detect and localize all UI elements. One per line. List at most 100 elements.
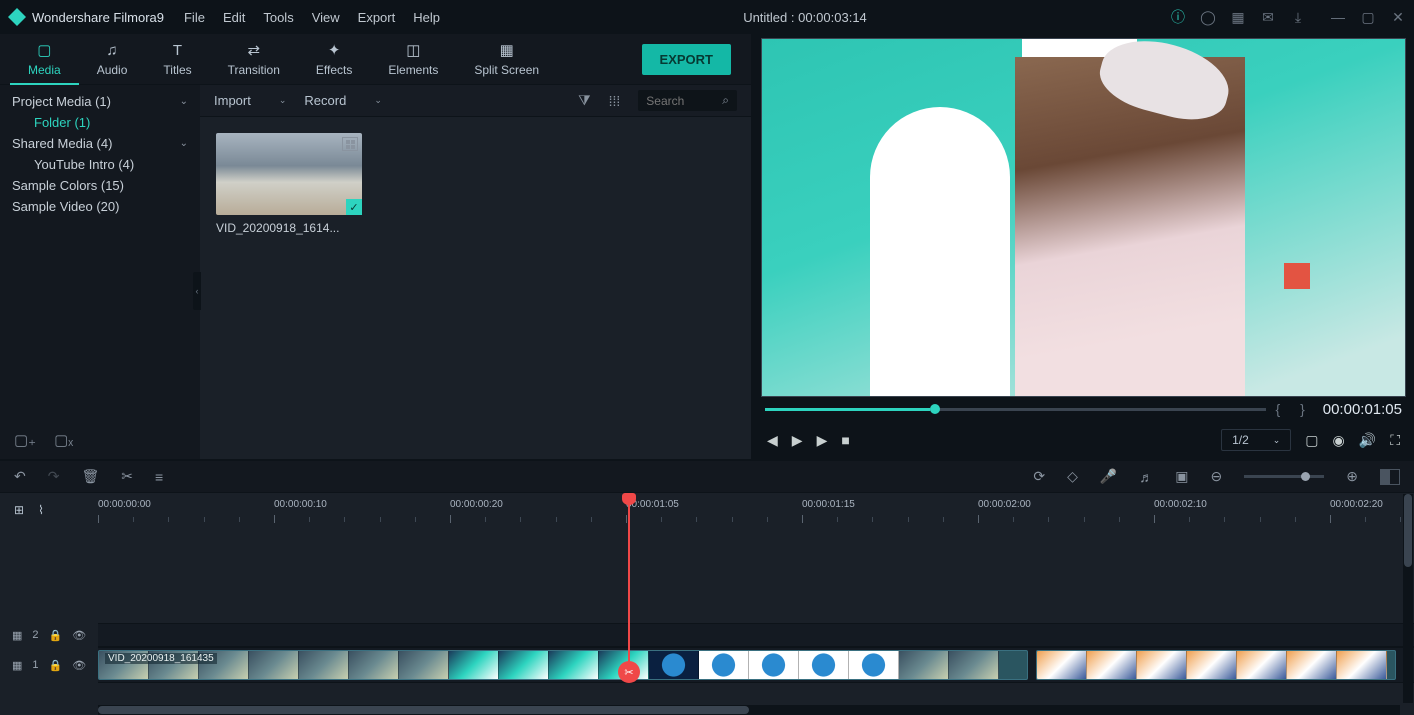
search-input[interactable] xyxy=(646,94,714,108)
search-box[interactable]: ⌕ xyxy=(638,90,737,111)
zoom-out-icon[interactable]: ⊖ xyxy=(1211,468,1223,485)
snapshot-icon[interactable]: ◉ xyxy=(1333,432,1345,449)
menu-help[interactable]: Help xyxy=(413,10,440,25)
text-icon: T xyxy=(173,42,182,59)
tab-elements[interactable]: ◫Elements xyxy=(370,35,456,83)
play-button[interactable]: ▶ xyxy=(792,432,803,449)
lock-icon[interactable]: 🔒 xyxy=(49,629,63,642)
tab-media-label: Media xyxy=(28,63,61,77)
fullscreen-icon[interactable]: ⛶ xyxy=(1390,432,1400,449)
timeline-tracks: ▦ 2 🔒 👁 ▦ 1 🔒 👁 VID_20200918_161435 xyxy=(0,533,1414,683)
record-dropdown[interactable]: Record⌄ xyxy=(304,93,381,108)
mark-braces[interactable]: { } xyxy=(1276,401,1313,417)
track-manager-icon[interactable]: ⊞ xyxy=(14,503,24,517)
visibility-icon[interactable]: 👁 xyxy=(72,659,86,672)
gallery-icon[interactable]: ▦ xyxy=(1230,9,1246,26)
export-button[interactable]: EXPORT xyxy=(642,44,731,75)
track-num: 1 xyxy=(32,659,38,671)
marker-icon[interactable]: ◇ xyxy=(1067,468,1078,485)
prev-frame-button[interactable]: ◀ xyxy=(767,432,778,449)
tree-project-media[interactable]: Project Media (1)⌄ xyxy=(0,91,200,112)
redo-button[interactable]: ↷ xyxy=(48,468,60,485)
menu-file[interactable]: File xyxy=(184,10,205,25)
zoom-handle[interactable] xyxy=(1301,472,1310,481)
playhead[interactable]: ✂ xyxy=(628,495,630,673)
maximize-icon[interactable]: ▢ xyxy=(1360,9,1376,26)
track-1-head: ▦ 1 🔒 👁 xyxy=(0,659,98,672)
tab-split-screen[interactable]: ▦Split Screen xyxy=(456,35,557,83)
snap-icon[interactable]: ⌇ xyxy=(38,503,44,517)
tree-label: Sample Colors (15) xyxy=(12,178,124,193)
split-button[interactable]: ✂ xyxy=(121,468,133,485)
info-icon[interactable]: ⓘ xyxy=(1170,7,1186,27)
stop-button[interactable]: ■ xyxy=(841,432,849,448)
tree-sample-colors[interactable]: Sample Colors (15) xyxy=(0,175,200,196)
zoom-in-icon[interactable]: ⊕ xyxy=(1346,468,1358,485)
timeline-vscroll[interactable] xyxy=(1403,494,1413,703)
panel-tabs: ▢Media ♫Audio TTitles ⇄Transition ✦Effec… xyxy=(0,34,751,85)
volume-icon[interactable]: 🔊 xyxy=(1359,432,1376,449)
close-icon[interactable]: ✕ xyxy=(1390,9,1406,26)
preview-zoom-select[interactable]: 1/2⌄ xyxy=(1221,429,1291,451)
hscroll-thumb[interactable] xyxy=(98,706,749,714)
ruler-tick: 00:00:00:00 xyxy=(98,499,151,510)
timeline-toolbar: ↶ ↷ 🗑 ✂ ≡ ⟳ ◇ 🎤 ♬ ▣ ⊖ ⊕ xyxy=(0,459,1414,493)
zoom-fit-toggle[interactable] xyxy=(1380,469,1400,485)
minimize-icon[interactable]: — xyxy=(1330,9,1346,25)
next-frame-button[interactable]: ▶ xyxy=(817,432,828,449)
edit-tools-icon[interactable]: ≡ xyxy=(155,469,163,485)
account-icon[interactable]: ◯ xyxy=(1200,9,1216,26)
playhead-handle-icon[interactable] xyxy=(622,493,636,505)
tab-audio[interactable]: ♫Audio xyxy=(79,36,146,83)
import-dropdown[interactable]: Import⌄ xyxy=(214,93,286,108)
tab-media[interactable]: ▢Media xyxy=(10,35,79,85)
delete-folder-icon[interactable]: ▢ₓ xyxy=(54,431,73,449)
tab-effects-label: Effects xyxy=(316,63,352,77)
filter-icon[interactable]: ⧩ xyxy=(578,92,591,109)
menu-tools[interactable]: Tools xyxy=(263,10,293,25)
render-preview-icon[interactable]: ⟳ xyxy=(1033,468,1045,485)
tab-titles[interactable]: TTitles xyxy=(145,36,209,83)
media-item[interactable]: ✓ VID_20200918_1614... xyxy=(216,133,362,235)
track-1-body[interactable]: VID_20200918_161435 xyxy=(98,647,1414,683)
timeline-hscroll[interactable] xyxy=(98,705,1400,715)
audio-mixer-icon[interactable]: ♬ xyxy=(1139,469,1153,485)
tree-label: Folder (1) xyxy=(34,115,90,130)
tree-sample-video[interactable]: Sample Video (20) xyxy=(0,196,200,217)
tab-transition[interactable]: ⇄Transition xyxy=(210,35,298,83)
timeline-clip-2[interactable] xyxy=(1036,650,1396,680)
menu-edit[interactable]: Edit xyxy=(223,10,245,25)
tree-folder-1[interactable]: Folder (1) xyxy=(0,112,200,133)
timeline-ruler-row: ⊞ ⌇ 00:00:00:0000:00:00:1000:00:00:2000:… xyxy=(0,493,1414,533)
vscroll-thumb[interactable] xyxy=(1404,494,1412,567)
menu-view[interactable]: View xyxy=(312,10,340,25)
media-thumbnail[interactable]: ✓ xyxy=(216,133,362,215)
playhead-split-icon[interactable]: ✂ xyxy=(618,661,640,683)
search-icon[interactable]: ⌕ xyxy=(722,93,729,108)
timeline-clip-1[interactable]: VID_20200918_161435 xyxy=(98,650,1028,680)
crop-icon[interactable]: ▣ xyxy=(1175,468,1188,485)
tree-shared-media[interactable]: Shared Media (4)⌄ xyxy=(0,133,200,154)
new-folder-icon[interactable]: ▢₊ xyxy=(14,431,36,449)
undo-button[interactable]: ↶ xyxy=(14,468,26,485)
visibility-icon[interactable]: 👁 xyxy=(72,629,86,642)
message-icon[interactable]: ✉ xyxy=(1260,9,1276,26)
voiceover-icon[interactable]: 🎤 xyxy=(1100,468,1117,485)
menu-export[interactable]: Export xyxy=(358,10,396,25)
sidebar-collapse-handle[interactable]: ‹ xyxy=(193,272,201,310)
lock-icon[interactable]: 🔒 xyxy=(49,659,63,672)
preview-viewport[interactable] xyxy=(761,38,1406,397)
timeline-zoom-slider[interactable] xyxy=(1244,475,1324,478)
quality-icon[interactable]: ▢ xyxy=(1305,432,1318,449)
track-2-body[interactable] xyxy=(98,623,1414,647)
tab-effects[interactable]: ✦Effects xyxy=(298,35,370,83)
preview-scrub-track[interactable] xyxy=(765,408,1266,411)
delete-button[interactable]: 🗑 xyxy=(81,468,99,485)
grid-view-icon[interactable]: ⁞⁞⁞ xyxy=(609,93,621,109)
timeline-ruler[interactable]: 00:00:00:0000:00:00:1000:00:00:2000:00:0… xyxy=(98,499,1414,537)
caret-down-icon: ⌄ xyxy=(279,95,287,106)
download-icon[interactable]: ⤓ xyxy=(1290,9,1306,26)
scrub-handle[interactable] xyxy=(930,404,940,414)
zoom-label: 1/2 xyxy=(1232,433,1249,447)
tree-youtube-intro[interactable]: YouTube Intro (4) xyxy=(0,154,200,175)
